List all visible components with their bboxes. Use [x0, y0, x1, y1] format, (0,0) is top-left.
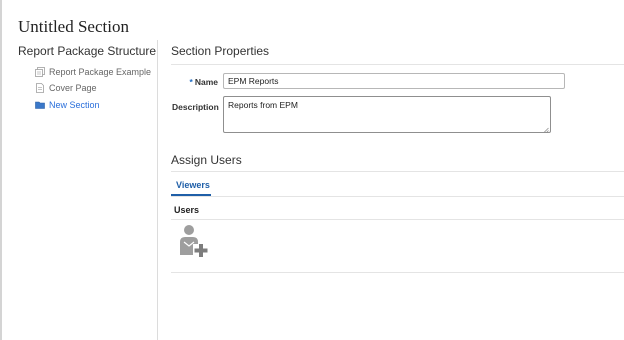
divider — [171, 196, 624, 197]
document-icon — [35, 83, 45, 93]
structure-panel: Report Package Structure Report Package … — [0, 38, 157, 340]
divider — [171, 219, 624, 220]
tree-item-label: Report Package Example — [49, 67, 152, 77]
tree-item-cover-page[interactable]: Cover Page — [35, 81, 97, 95]
divider — [171, 64, 624, 65]
tree-item-report-package[interactable]: Report Package Example — [35, 65, 151, 79]
assign-users-title: Assign Users — [171, 153, 242, 167]
required-marker: * — [189, 77, 193, 87]
description-value: Reports from EPM — [228, 100, 298, 110]
page-title: Untitled Section — [18, 17, 129, 36]
description-field[interactable]: Reports from EPM — [223, 96, 551, 133]
tree-item-label: New Section — [49, 100, 100, 110]
resize-grip-icon[interactable] — [543, 125, 549, 133]
name-field[interactable] — [223, 73, 565, 89]
add-user-icon — [180, 225, 208, 257]
tree-item-label: Cover Page — [49, 83, 97, 93]
name-label: * Name — [189, 77, 218, 87]
structure-heading: Report Package Structure — [18, 44, 157, 58]
divider — [171, 171, 624, 172]
report-package-icon — [35, 67, 45, 77]
tab-label: Viewers — [176, 180, 210, 190]
divider — [171, 272, 624, 273]
tab-viewers[interactable]: Viewers — [171, 178, 211, 195]
description-label: Description — [172, 102, 219, 112]
folder-icon — [35, 100, 45, 110]
users-label: Users — [174, 205, 200, 215]
tree-item-new-section[interactable]: New Section — [35, 98, 100, 112]
add-user-button[interactable] — [178, 224, 212, 258]
section-properties-panel: Section Properties *Name Description Rep… — [158, 38, 624, 340]
section-properties-title: Section Properties — [171, 44, 270, 58]
